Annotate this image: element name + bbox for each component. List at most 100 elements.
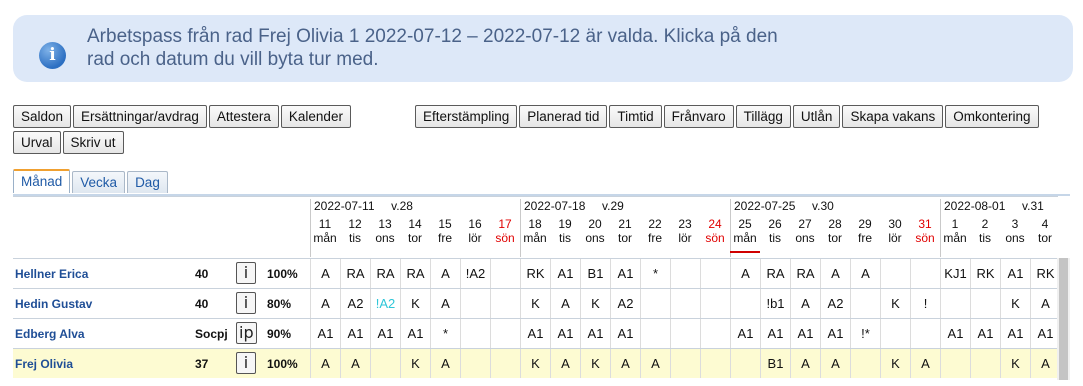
shift-cell[interactable]: [730, 289, 760, 318]
day-header[interactable]: 26 tis: [760, 217, 790, 253]
shift-cell[interactable]: A: [310, 349, 340, 378]
day-header[interactable]: 31 sön: [910, 217, 940, 253]
shift-cell[interactable]: [490, 349, 520, 378]
shift-cell[interactable]: [700, 259, 730, 288]
shift-cell[interactable]: RA: [760, 259, 790, 288]
shift-cell[interactable]: [880, 319, 910, 348]
day-header[interactable]: 13 ons: [370, 217, 400, 253]
shift-cell[interactable]: A1: [730, 319, 760, 348]
shift-cell[interactable]: A: [790, 289, 820, 318]
employee-row[interactable]: Edberg Alva Socpj ip 90% A1 A1 A1 A1 * A1 A1 A1 A1 A1…: [13, 319, 1058, 348]
shift-cell[interactable]: A: [610, 349, 640, 378]
employee-info-button[interactable]: i: [236, 262, 256, 284]
tillagg-button[interactable]: Tillägg: [735, 105, 791, 128]
shift-cell[interactable]: !A2: [370, 289, 400, 318]
shift-cell[interactable]: [850, 289, 880, 318]
shift-cell[interactable]: [730, 349, 760, 378]
shift-cell[interactable]: A: [1030, 349, 1060, 378]
shift-cell[interactable]: A1: [820, 319, 850, 348]
shift-cell[interactable]: A: [550, 349, 580, 378]
shift-cell[interactable]: A: [910, 349, 940, 378]
shift-cell[interactable]: A1: [370, 319, 400, 348]
shift-cell[interactable]: RK: [970, 259, 1000, 288]
shift-cell[interactable]: [370, 349, 400, 378]
shift-cell[interactable]: [490, 289, 520, 318]
shift-cell[interactable]: K: [880, 349, 910, 378]
shift-cell[interactable]: A: [430, 349, 460, 378]
shift-cell[interactable]: A: [310, 289, 340, 318]
shift-cell[interactable]: A: [430, 259, 460, 288]
shift-cell[interactable]: A1: [340, 319, 370, 348]
shift-cell[interactable]: *: [430, 319, 460, 348]
shift-cell[interactable]: [670, 349, 700, 378]
shift-cell[interactable]: K: [400, 349, 430, 378]
shift-cell[interactable]: A: [820, 349, 850, 378]
shift-cell[interactable]: A1: [790, 319, 820, 348]
employee-row[interactable]: Frej Olivia 37 i 100% A A K A K A K A A B1 A A K A K A: [13, 349, 1058, 378]
day-header[interactable]: 4 tor: [1030, 217, 1060, 253]
attestera-button[interactable]: Attestera: [208, 105, 279, 128]
shift-cell[interactable]: A: [430, 289, 460, 318]
franvaro-button[interactable]: Frånvaro: [663, 105, 734, 128]
day-header[interactable]: 25 mån: [730, 217, 760, 253]
saldon-button[interactable]: Saldon: [13, 105, 72, 128]
employee-row[interactable]: Hellner Erica 40 i 100% A RA RA RA A !A2 RK A1 B1 A1 *…: [13, 259, 1058, 288]
shift-cell[interactable]: [460, 349, 490, 378]
efterstampling-button[interactable]: Efterstämpling: [415, 105, 518, 128]
shift-cell[interactable]: !*: [850, 319, 880, 348]
day-header[interactable]: 15 fre: [430, 217, 460, 253]
employee-row[interactable]: Hedin Gustav 40 i 80% A A2 !A2 K A K A K A2 !b1 A A2 K! K…: [13, 289, 1058, 318]
day-header[interactable]: 19 tis: [550, 217, 580, 253]
employee-name-link[interactable]: Hedin Gustav: [15, 297, 92, 311]
shift-cell[interactable]: A: [640, 349, 670, 378]
day-header[interactable]: 21 tor: [610, 217, 640, 253]
shift-cell[interactable]: A: [730, 259, 760, 288]
shift-cell[interactable]: RA: [790, 259, 820, 288]
shift-cell[interactable]: A1: [1000, 319, 1030, 348]
shift-cell[interactable]: [970, 349, 1000, 378]
tab-vecka[interactable]: Vecka: [72, 171, 126, 193]
shift-cell[interactable]: K: [880, 289, 910, 318]
employee-name-link[interactable]: Frej Olivia: [15, 357, 73, 371]
day-header[interactable]: 16 lör: [460, 217, 490, 253]
shift-cell[interactable]: RA: [400, 259, 430, 288]
shift-cell[interactable]: B1: [760, 349, 790, 378]
scrollbar-thumb[interactable]: [1059, 258, 1068, 380]
shift-cell[interactable]: K: [400, 289, 430, 318]
day-header[interactable]: 12 tis: [340, 217, 370, 253]
day-header[interactable]: 24 sön: [700, 217, 730, 253]
day-header[interactable]: 20 ons: [580, 217, 610, 253]
shift-cell[interactable]: !: [910, 289, 940, 318]
shift-cell[interactable]: RA: [370, 259, 400, 288]
shift-cell[interactable]: [970, 289, 1000, 318]
day-header[interactable]: 3 ons: [1000, 217, 1030, 253]
day-header[interactable]: 30 lör: [880, 217, 910, 253]
omkontering-button[interactable]: Omkontering: [945, 105, 1039, 128]
shift-cell[interactable]: A2: [610, 289, 640, 318]
shift-cell[interactable]: A: [310, 259, 340, 288]
ersattningar-button[interactable]: Ersättningar/avdrag: [73, 105, 207, 128]
day-header[interactable]: 14 tor: [400, 217, 430, 253]
shift-cell[interactable]: A1: [610, 259, 640, 288]
shift-cell[interactable]: A1: [1000, 259, 1030, 288]
shift-cell[interactable]: [670, 319, 700, 348]
shift-cell[interactable]: [700, 349, 730, 378]
day-header[interactable]: 11 mån: [310, 217, 340, 253]
shift-cell[interactable]: A1: [940, 319, 970, 348]
shift-cell[interactable]: A2: [340, 289, 370, 318]
shift-cell[interactable]: A1: [1030, 319, 1060, 348]
day-header[interactable]: 18 mån: [520, 217, 550, 253]
shift-cell[interactable]: [850, 349, 880, 378]
shift-cell[interactable]: [910, 259, 940, 288]
shift-cell[interactable]: RK: [520, 259, 550, 288]
shift-cell[interactable]: [910, 319, 940, 348]
shift-cell[interactable]: A: [1030, 289, 1060, 318]
shift-cell[interactable]: A1: [760, 319, 790, 348]
day-header[interactable]: 29 fre: [850, 217, 880, 253]
day-header[interactable]: 27 ons: [790, 217, 820, 253]
shift-cell[interactable]: A1: [580, 319, 610, 348]
shift-cell[interactable]: K: [1000, 289, 1030, 318]
shift-cell[interactable]: K: [580, 349, 610, 378]
shift-cell[interactable]: K: [1000, 349, 1030, 378]
shift-cell[interactable]: [940, 289, 970, 318]
